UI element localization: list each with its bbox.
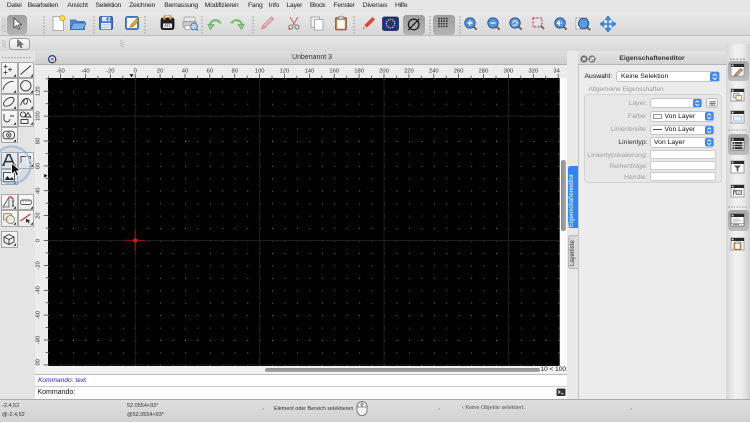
svg-text:-40: -40	[35, 286, 41, 294]
svg-text:120: 120	[35, 86, 41, 96]
svg-text:100: 100	[255, 69, 265, 75]
svg-text:340: 340	[553, 69, 560, 75]
svg-text:-80: -80	[35, 336, 41, 344]
svg-text:240: 240	[429, 69, 439, 75]
svg-text:-40: -40	[81, 69, 89, 75]
svg-text:80: 80	[231, 69, 237, 75]
svg-text:200: 200	[379, 69, 389, 75]
svg-text:160: 160	[329, 69, 339, 75]
svg-text:STL: STL	[164, 24, 171, 28]
svg-text:20: 20	[157, 69, 163, 75]
svg-text:-100: -100	[35, 359, 41, 366]
svg-text:280: 280	[479, 69, 489, 75]
svg-text:60: 60	[207, 69, 213, 75]
svg-text:120: 120	[280, 69, 290, 75]
svg-text:-60: -60	[35, 311, 41, 319]
svg-text:0: 0	[35, 239, 41, 242]
svg-text:-20: -20	[106, 69, 114, 75]
svg-text:300: 300	[504, 69, 514, 75]
svg-text:320: 320	[528, 69, 538, 75]
svg-text:40: 40	[182, 69, 188, 75]
svg-text:100: 100	[35, 111, 41, 121]
svg-text:260: 260	[454, 69, 464, 75]
svg-text:180: 180	[354, 69, 364, 75]
svg-text:-20: -20	[35, 261, 41, 269]
svg-text:140: 140	[305, 69, 315, 75]
svg-text:40: 40	[35, 187, 41, 193]
svg-text:0: 0	[134, 69, 137, 75]
svg-text:-60: -60	[56, 69, 64, 75]
svg-text:220: 220	[404, 69, 414, 75]
svg-text:20: 20	[35, 212, 41, 218]
